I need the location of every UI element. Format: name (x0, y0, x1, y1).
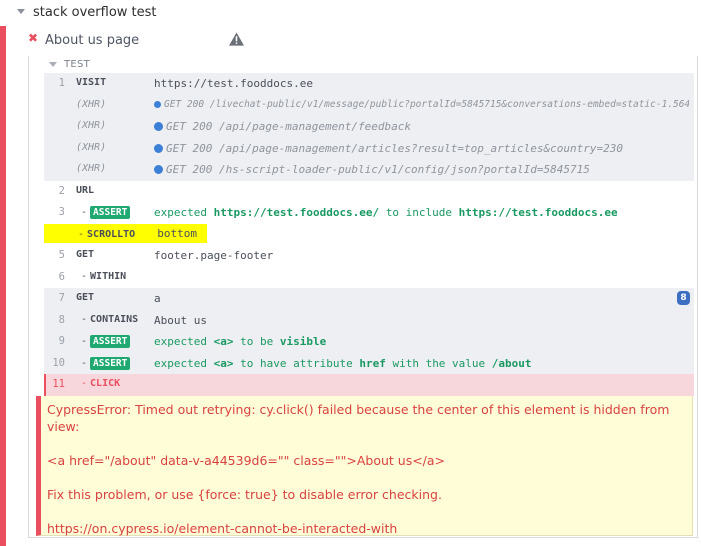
assert-badge: ASSERT (90, 356, 131, 370)
failed-status-bar (0, 26, 6, 546)
command-name: - WITHIN (81, 270, 127, 282)
command-message: GET 200 /livechat-public/v1/message/publ… (154, 99, 689, 110)
xhr-message: GET 200 /hs-script-loader-public/v1/conf… (166, 163, 590, 176)
xhr-status-dot-icon (154, 143, 163, 153)
command-row[interactable]: 4 -SCROLLTObottom (44, 223, 694, 246)
command-name: URL (76, 184, 95, 196)
suite-title: stack overflow test (33, 5, 157, 20)
xhr-status-dot-icon (154, 122, 163, 131)
command-message: GET 200 /hs-script-loader-public/v1/conf… (154, 163, 689, 176)
command-message: GET 200 /api/page-management/feedback (154, 120, 689, 133)
command-row[interactable]: 2 URL (44, 181, 694, 203)
assert-badge: ASSERT (90, 206, 131, 219)
command-name: (XHR) (76, 98, 107, 110)
command-message: expected <a> to be visible (154, 335, 327, 348)
command-number: 7 (58, 292, 65, 304)
error-docs-link[interactable]: https://on.cypress.io/element-cannot-be-… (47, 520, 687, 537)
command-name: GET (76, 292, 95, 303)
test-title: About us page (45, 33, 140, 48)
command-message: GET 200 /api/page-management/articles?re… (154, 142, 689, 155)
xhr-message: GET 200 /api/page-management/feedback (166, 120, 412, 133)
command-row[interactable]: 9 - ASSERT expected <a> to be visible (44, 331, 694, 353)
command-name: (XHR) (76, 163, 107, 174)
command-name: GET (76, 249, 95, 260)
command-message: About us (154, 313, 207, 327)
command-name: (XHR) (76, 141, 107, 153)
command-row[interactable]: (XHR) GET 200 /api/page-management/feedb… (44, 116, 694, 138)
xhr-message: GET 200 /livechat-public/v1/message/publ… (164, 98, 689, 110)
command-row[interactable]: (XHR) GET 200 /livechat-public/v1/messag… (44, 94, 694, 116)
command-name: (XHR) (76, 120, 107, 131)
command-number: 3 (58, 206, 65, 218)
command-number: 5 (58, 249, 65, 261)
test-body-border (28, 56, 29, 538)
hook-title: TEST (64, 59, 91, 70)
command-number: 10 (52, 356, 65, 369)
command-message: footer.page-footer (154, 249, 274, 262)
command-number: 9 (58, 335, 65, 347)
command-number: 11 (52, 378, 65, 390)
command-number: 1 (58, 77, 65, 89)
command-message: expected <a> to have attribute href with… (154, 356, 532, 370)
command-name: - SCROLLTO bottom (44, 223, 207, 243)
xhr-status-dot-icon (154, 100, 161, 108)
command-number: 2 (58, 184, 65, 197)
element-count-badge: 8 (677, 291, 690, 305)
command-row[interactable]: 10 - ASSERT expected <a> to have attribut… (44, 352, 694, 374)
xhr-message: GET 200 /api/page-management/articles?re… (166, 141, 623, 155)
command-message: bottom (157, 226, 197, 240)
assert-badge: ASSERT (90, 335, 131, 348)
error-hint: Fix this problem, or use {force: true} t… (47, 487, 442, 502)
command-number: 8 (58, 313, 65, 326)
error-message-panel[interactable]: CypressError: Timed out retrying: cy.cli… (36, 396, 693, 536)
command-row[interactable]: 1 VISIT https://test.fooddocs.ee (44, 73, 694, 95)
command-message: expected https://test.fooddocs.ee/ to in… (154, 206, 618, 219)
error-element: <a href="/about" data-v-a44539d6="" clas… (47, 453, 446, 468)
command-row-failed[interactable]: 11 - CLICK (44, 374, 694, 396)
command-row[interactable]: 6 - WITHIN (44, 267, 694, 289)
caret-down-icon[interactable] (17, 9, 25, 14)
command-row[interactable]: 3 - ASSERT expected https://test.fooddocs… (44, 202, 694, 224)
test-header[interactable]: ✖ About us page (6, 26, 701, 56)
command-row[interactable]: 5 GET footer.page-footer (44, 245, 694, 267)
xhr-status-dot-icon (154, 165, 163, 174)
command-row[interactable]: 8 - CONTAINS About us (44, 309, 694, 331)
command-message: a (154, 292, 161, 305)
command-row[interactable]: (XHR) GET 200 /api/page-management/artic… (44, 137, 694, 159)
suite-header[interactable]: stack overflow test (0, 0, 701, 26)
command-name: - ASSERT (81, 206, 131, 219)
command-message: https://test.fooddocs.ee (154, 77, 313, 90)
test-body-border-right (697, 56, 698, 538)
command-name: VISIT (76, 77, 107, 88)
command-name: - ASSERT (81, 356, 131, 370)
command-name: - CLICK (81, 378, 121, 389)
command-number: 6 (58, 270, 65, 283)
warning-triangle-icon[interactable] (229, 32, 244, 46)
error-title: CypressError: Timed out retrying: cy.cli… (47, 402, 670, 434)
command-name: - ASSERT (81, 335, 131, 348)
command-row[interactable]: (XHR) GET 200 /hs-script-loader-public/v… (44, 159, 694, 181)
command-log: 1 VISIT https://test.fooddocs.ee (XHR) G… (44, 73, 694, 396)
test-body-border-bottom (28, 537, 698, 538)
x-fail-icon: ✖ (28, 31, 39, 45)
command-row[interactable]: 7 GET a 8 (44, 288, 694, 310)
command-name: - CONTAINS (81, 313, 139, 325)
caret-down-icon[interactable] (49, 62, 57, 67)
